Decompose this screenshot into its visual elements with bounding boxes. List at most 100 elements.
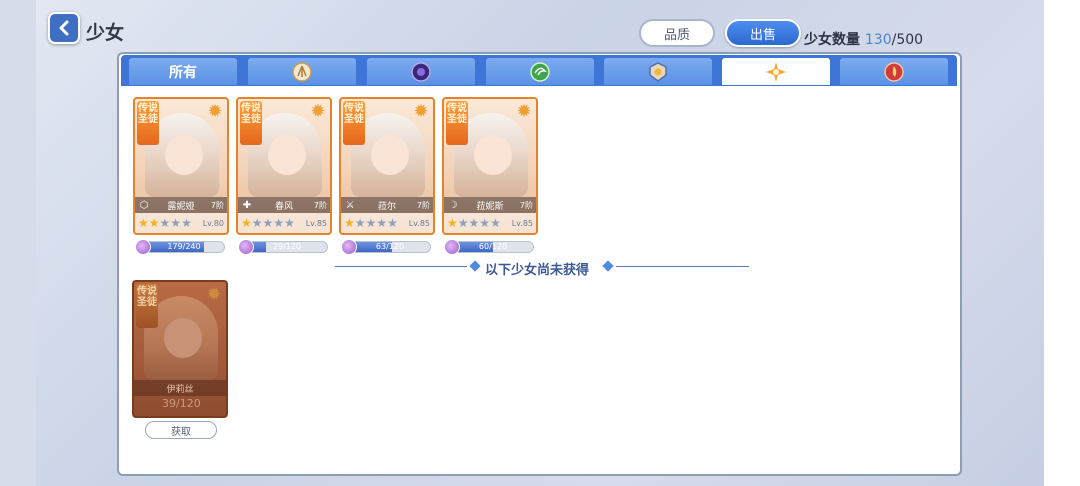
star-rating: ★ ★ ★ ★ ★ Lv.85	[444, 213, 536, 233]
level-label: Lv.80	[202, 218, 224, 228]
stage-label: 7阶	[210, 200, 224, 210]
fragment-count: 63/120	[375, 242, 405, 251]
wind-emblem-icon	[530, 61, 550, 82]
name-bar: 伊莉丝	[134, 380, 226, 396]
tab-all[interactable]: 所有	[129, 58, 237, 85]
level-label: Lv.85	[305, 218, 327, 228]
star-icon: ★	[479, 216, 491, 230]
tab-fire[interactable]	[840, 58, 948, 85]
fragment-progress: 63/120	[349, 241, 431, 253]
star-icon: ★	[170, 216, 182, 230]
obtain-button[interactable]: 获取	[145, 421, 217, 439]
star-icon: ★	[468, 216, 480, 230]
name-bar: ⚔ 菈尔 7阶	[341, 197, 433, 213]
light-element-icon: ✹	[207, 101, 223, 122]
star-icon: ★	[148, 216, 160, 230]
fragment-gem-icon	[444, 239, 460, 255]
star-icon: ★	[273, 216, 285, 230]
fire-emblem-icon	[884, 61, 904, 82]
star-icon: ★	[447, 216, 458, 230]
name-bar: ⬡ 露妮娅 7阶	[135, 197, 227, 213]
star-rating: ★ ★ ★ ★ ★ Lv.85	[341, 213, 433, 233]
not-obtained-divider: 以下少女尚未获得	[485, 263, 590, 278]
back-button[interactable]	[48, 12, 80, 44]
star-icon: ★	[387, 216, 398, 230]
character-name: 伊莉丝	[166, 384, 194, 395]
star-icon: ★	[241, 216, 252, 230]
fragment-progress: 60/120	[452, 241, 534, 253]
fragment-gem-icon	[341, 239, 357, 255]
stage-label: 7阶	[313, 200, 327, 210]
star-icon: ★	[457, 216, 469, 230]
light-element-icon: ✹	[310, 101, 326, 122]
tab-all-label: 所有	[169, 64, 197, 81]
rank-badge: 传说 圣徒	[137, 101, 159, 145]
level-label: Lv.85	[511, 218, 533, 228]
girl-count-label: 少女数量	[804, 32, 860, 48]
girl-card[interactable]: 传说 圣徒 ✹ ⚔ 菈尔 7阶 ★ ★ ★ ★ ★ Lv.85	[339, 97, 435, 235]
name-bar: ☽ 菈妮斯 7阶	[444, 197, 536, 213]
tab-wing[interactable]	[248, 58, 356, 85]
portrait-face	[164, 318, 202, 358]
stage-label: 7阶	[519, 200, 533, 210]
portrait-face	[371, 135, 409, 175]
star-icon: ★	[262, 216, 274, 230]
girl-count-current: 130	[864, 32, 892, 48]
star-icon: ★	[138, 216, 149, 230]
girl-card[interactable]: 传说 圣徒 ✹ ☽ 菈妮斯 7阶 ★ ★ ★ ★ ★ Lv.85	[442, 97, 538, 235]
rank-badge: 传说 圣徒	[343, 101, 365, 145]
quality-sort-button[interactable]: 品质	[639, 19, 715, 47]
rank-badge: 传说 圣徒	[240, 101, 262, 145]
light-element-icon: ✹	[206, 284, 222, 305]
girl-card[interactable]: 传说 圣徒 ✹ ⬡ 露妮娅 7阶 ★ ★ ★ ★ ★ Lv.80	[133, 97, 229, 235]
star-rating: ★ ★ ★ ★ ★ Lv.80	[135, 213, 227, 233]
sell-button[interactable]: 出售	[725, 19, 801, 47]
character-name: 露妮娅	[167, 201, 195, 212]
name-bar: ✚ 春风 7阶	[238, 197, 330, 213]
wing-emblem-icon	[292, 61, 312, 82]
tab-wind[interactable]	[486, 58, 594, 85]
character-name: 菈尔	[377, 201, 396, 212]
star-icon: ★	[284, 216, 295, 230]
rank-badge: 传说 圣徒	[136, 284, 158, 328]
light-emblem-icon	[766, 61, 786, 82]
divider-line-left	[335, 266, 467, 267]
star-icon: ★	[251, 216, 263, 230]
light-element-icon: ✹	[516, 101, 532, 122]
star-icon: ★	[354, 216, 366, 230]
star-icon: ★	[159, 216, 171, 230]
fragment-gem-icon	[135, 239, 151, 255]
background-right-strip	[1044, 0, 1080, 486]
girl-count: 少女数量 130/500	[804, 29, 923, 49]
star-icon: ★	[376, 216, 388, 230]
girl-card[interactable]: 传说 圣徒 ✹ ✚ 春风 7阶 ★ ★ ★ ★ ★ Lv.85	[236, 97, 332, 235]
girl-count-max: /500	[891, 32, 924, 48]
star-icon: ★	[181, 216, 192, 230]
fragment-count: 39/120	[162, 397, 201, 410]
portrait-face	[474, 135, 512, 175]
background-left-strip	[0, 0, 36, 486]
star-icon: ★	[365, 216, 377, 230]
character-name: 菈妮斯	[476, 201, 504, 212]
star-icon: ★	[344, 216, 355, 230]
fragment-progress: 179/240	[143, 241, 225, 253]
chevron-left-icon	[59, 20, 69, 36]
tab-shield[interactable]	[604, 58, 712, 85]
sword-class-icon: ⚔	[345, 199, 355, 211]
fragment-count: 60/120	[478, 242, 508, 251]
bow-class-icon: ☽	[448, 199, 458, 211]
cross-class-icon: ✚	[242, 199, 252, 211]
shield-class-icon: ⬡	[139, 199, 149, 211]
level-label: Lv.85	[408, 218, 430, 228]
rank-badge: 传说 圣徒	[446, 101, 468, 145]
shield-emblem-icon	[649, 61, 667, 82]
page-title: 少女	[86, 22, 125, 44]
tab-dark[interactable]	[367, 58, 475, 85]
dark-emblem-icon	[411, 61, 431, 82]
fragment-gem-icon	[238, 239, 254, 255]
tab-light[interactable]	[722, 58, 830, 85]
stage-label: 7阶	[416, 200, 430, 210]
fragment-count: 179/240	[167, 242, 201, 251]
star-icon: ★	[490, 216, 501, 230]
portrait-face	[268, 135, 306, 175]
